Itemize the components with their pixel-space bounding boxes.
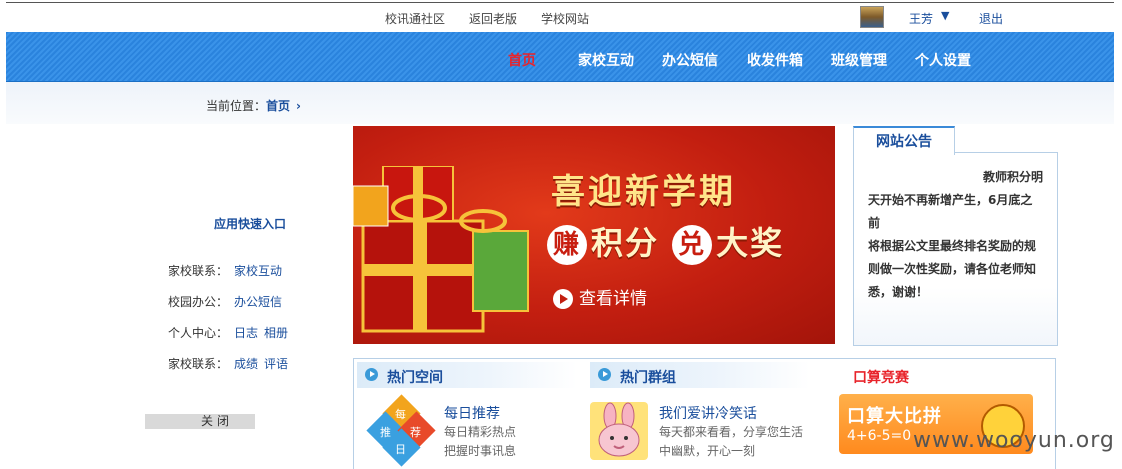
home-school-link[interactable]: 家校互动 (234, 264, 282, 278)
play-circle-icon (598, 368, 611, 381)
play-circle-icon (365, 368, 378, 381)
sidebar-row-label: 校园办公： (168, 295, 229, 309)
tile-char: 日 (395, 443, 406, 456)
sidebar-row: 个人中心： 日志 相册 (168, 324, 288, 341)
desc-line: 每天都来看看，分享您生活 (659, 425, 804, 439)
grades-link[interactable]: 成绩 (234, 357, 258, 371)
breadcrumb: 当前位置：首页 › (206, 97, 301, 114)
promo-banner[interactable]: 喜迎新学期 赚积分 兑大奖 查看详情 (353, 126, 835, 344)
close-sidebar-button[interactable]: 关闭 (145, 414, 255, 429)
joke-group-link[interactable]: 我们爱讲冷笑话 (659, 403, 757, 423)
banner-prize-text: 大奖 (716, 224, 785, 262)
view-details-link[interactable]: 查看详情 (553, 284, 647, 309)
daily-recommend-link[interactable]: 每日推荐 (444, 403, 500, 423)
old-version-link[interactable]: 返回老版 (469, 10, 517, 27)
quick-entry-title: 应用快速入口 (214, 217, 287, 231)
hot-spaces-title: 热门空间 (387, 370, 443, 386)
announcement-line: 悉，谢谢！ (868, 285, 929, 299)
avatar[interactable] (860, 6, 884, 28)
diary-link[interactable]: 日志 (234, 326, 258, 340)
hot-spaces-header: 热门空间 (357, 362, 577, 388)
tile-char: 每 (395, 408, 406, 421)
desc-line: 中幽默，开心一刻 (659, 444, 756, 458)
desc-line: 每日精彩热点 (444, 425, 517, 439)
joke-group-desc: 每天都来看看，分享您生活 中幽默，开心一刻 (659, 423, 803, 461)
announcement-line: 则做一次性奖励，请各位老师知 (868, 262, 1037, 276)
sidebar-row: 家校联系： 家校互动 (168, 262, 282, 279)
sidebar-row-label: 家校联系： (168, 357, 229, 371)
comments-link[interactable]: 评语 (264, 357, 288, 371)
sidebar-row: 家校联系： 成绩 评语 (168, 355, 288, 372)
hot-groups-title: 热门群组 (620, 370, 676, 386)
joke-group-thumbnail[interactable] (590, 402, 648, 460)
mental-math-title: 口算竞赛 (853, 370, 909, 386)
sidebar-row-label: 家校联系： (168, 264, 229, 278)
gift-box-icon (353, 166, 529, 333)
redeem-badge: 兑 (672, 225, 713, 265)
daily-thumbnail[interactable]: 每 推 荐 日 (366, 394, 436, 467)
community-link[interactable]: 校讯通社区 (385, 10, 445, 27)
watermark: www.wooyun.org (913, 428, 1115, 453)
office-sms-link[interactable]: 办公短信 (234, 295, 282, 309)
nav-home[interactable]: 首页 (508, 50, 536, 70)
caret-down-icon[interactable]: ▼ (941, 9, 949, 22)
tile-char: 荐 (410, 426, 421, 439)
tile-char: 推 (380, 426, 391, 439)
announcement-line: 天开始不再新增产生，6月底之前 (868, 193, 1033, 230)
daily-recommend-desc: 每日精彩热点 把握时事讯息 (444, 423, 516, 461)
play-icon (553, 289, 573, 309)
main-nav: 首页 家校互动 办公短信 收发件箱 班级管理 个人设置 (6, 32, 1114, 82)
breadcrumb-band (6, 82, 1114, 124)
logout-link[interactable]: 退出 (979, 10, 1003, 27)
album-link[interactable]: 相册 (264, 326, 288, 340)
nav-home-school[interactable]: 家校互动 (578, 50, 634, 70)
top-bar: 校讯通社区 返回老版 学校网站 王芳 ▼ 退出 (0, 0, 1122, 32)
hot-groups-header: 热门群组 (590, 362, 810, 388)
breadcrumb-label: 当前位置： (206, 99, 267, 113)
nav-personal-settings[interactable]: 个人设置 (915, 50, 971, 70)
announcement-tab[interactable]: 网站公告 (853, 126, 955, 155)
school-site-link[interactable]: 学校网站 (541, 10, 589, 27)
nav-inbox[interactable]: 收发件箱 (747, 50, 803, 70)
banner-points-text: 积分 (591, 224, 660, 262)
nav-office-sms[interactable]: 办公短信 (662, 50, 718, 70)
chevron-right-icon: › (296, 99, 301, 113)
announcement-line: 将根据公文里最终排名奖励的规 (868, 239, 1037, 253)
nav-class-manage[interactable]: 班级管理 (831, 50, 887, 70)
sidebar-row-label: 个人中心： (168, 326, 229, 340)
top-divider (6, 2, 1114, 3)
bunny-icon (598, 402, 640, 457)
view-details-label: 查看详情 (579, 289, 647, 309)
breadcrumb-home-link[interactable]: 首页 (266, 99, 290, 113)
banner-title: 喜迎新学期 (551, 172, 736, 212)
user-name-link[interactable]: 王芳 (909, 10, 933, 27)
banner-subtitle: 赚积分 兑大奖 (547, 218, 784, 265)
mental-math-banner-text: 口算大比拼 (847, 406, 942, 427)
announcement-line: 教师积分明 (982, 170, 1043, 184)
announcement-text: 教师积分明 天开始不再新增产生，6月底之前 将根据公文里最终排名奖励的规 则做一… (868, 166, 1043, 304)
sidebar-row: 校园办公： 办公短信 (168, 293, 282, 310)
earn-badge: 赚 (547, 225, 587, 265)
mental-math-equation: 4+6-5=0 (847, 428, 912, 444)
desc-line: 把握时事讯息 (444, 444, 517, 458)
